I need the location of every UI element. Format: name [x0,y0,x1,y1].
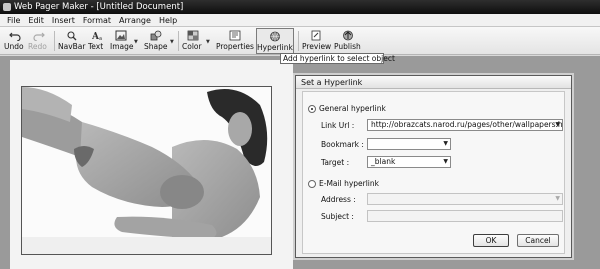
hyperlink-tooltip: Add hyperlink to select object [280,53,395,64]
menu-insert[interactable]: Insert [48,14,79,26]
properties-icon [229,30,241,41]
dialog-title: Set a Hyperlink [296,76,571,89]
properties-button[interactable]: Properties [216,28,254,54]
page-canvas[interactable] [10,60,293,269]
text-icon: Aa [92,32,102,41]
target-dropdown-icon[interactable]: ▼ [443,157,448,167]
redo-button[interactable]: Redo [28,28,50,54]
shape-dropdown-arrow-icon[interactable]: ▼ [170,39,174,45]
cancel-button[interactable]: Cancel [517,234,559,247]
color-dropdown-arrow-icon[interactable]: ▼ [206,39,210,45]
preview-icon [311,30,321,41]
app-icon [3,3,11,11]
address-select[interactable]: ▼ [367,193,563,205]
publish-button[interactable]: Publish [334,28,362,54]
general-hyperlink-label: General hyperlink [319,104,386,113]
shape-button[interactable]: Shape [144,28,168,54]
email-hyperlink-radio[interactable] [308,180,316,188]
title-bar: Web Pager Maker - [Untitled Document] [0,0,600,14]
image-button[interactable]: Image [110,28,134,54]
target-label: Target : [321,158,350,167]
bookmark-dropdown-icon[interactable]: ▼ [443,139,448,149]
navbar-button[interactable]: NavBar [58,28,86,54]
menu-bar: File Edit Insert Format Arrange Help [0,14,600,27]
menu-help[interactable]: Help [155,14,181,26]
menu-file[interactable]: File [3,14,24,26]
undo-icon [9,32,21,41]
hyperlink-button[interactable]: Hyperlink [256,28,294,54]
hyperlink-globe-icon [270,31,280,42]
menu-arrange[interactable]: Arrange [115,14,155,26]
color-icon [187,30,199,41]
subject-label: Subject : [321,212,354,221]
toolbar-separator [178,31,179,51]
target-select[interactable]: _blank ▼ [367,156,451,168]
dialog-body: General hyperlink Link Url : http://obra… [302,91,565,254]
address-dropdown-icon[interactable]: ▼ [555,194,560,204]
menu-format[interactable]: Format [79,14,115,26]
undo-button[interactable]: Undo [4,28,26,54]
ok-button[interactable]: OK [473,234,509,247]
color-button[interactable]: Color [182,28,204,54]
link-url-label: Link Url : [321,121,355,130]
svg-text:a: a [99,36,102,41]
link-url-input[interactable]: http://obrazcats.narod.ru/pages/other/wa… [367,119,563,131]
image-icon [115,30,127,41]
publish-icon [343,30,353,41]
menu-edit[interactable]: Edit [24,14,48,26]
link-url-dropdown-icon[interactable]: ▼ [555,120,560,130]
text-button[interactable]: Aa Text [88,28,108,54]
toolbar-separator [54,31,55,51]
general-hyperlink-radio[interactable] [308,105,316,113]
window-title: Web Pager Maker - [Untitled Document] [14,2,184,12]
toolbar: Undo Redo NavBar Aa Text Image ▼ Shape ▼… [0,27,600,55]
address-label: Address : [321,195,356,204]
redo-icon [33,32,45,41]
email-hyperlink-label: E-Mail hyperlink [319,179,379,188]
preview-button[interactable]: Preview [302,28,331,54]
subject-input[interactable] [367,210,563,222]
navbar-icon [67,31,77,41]
hyperlink-dialog: Set a Hyperlink General hyperlink Link U… [295,75,572,258]
shape-icon [150,30,162,41]
photo-image[interactable] [21,86,272,255]
toolbar-separator [298,31,299,51]
image-dropdown-arrow-icon[interactable]: ▼ [134,39,138,45]
bookmark-select[interactable]: ▼ [367,138,451,150]
photo-figure-illustration [22,87,271,254]
bookmark-label: Bookmark : [321,140,364,149]
